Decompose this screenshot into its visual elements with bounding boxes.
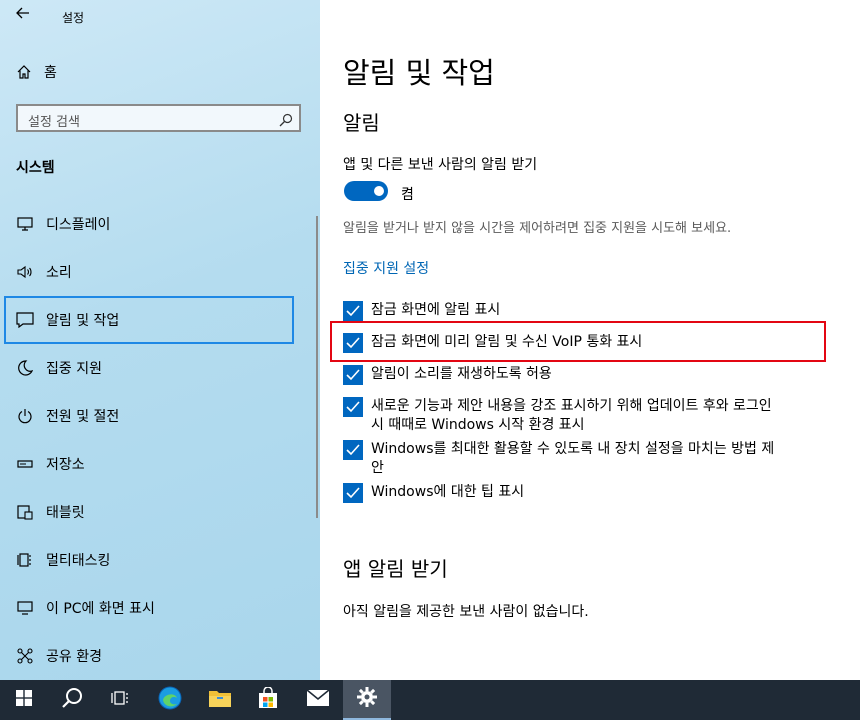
window-title: 설정: [62, 11, 85, 25]
sidebar-item-focus-assist[interactable]: 집중 지원: [0, 344, 300, 392]
sidebar-item-label: 알림 및 작업: [46, 313, 120, 329]
moon-icon: [16, 359, 34, 377]
notifications-toggle[interactable]: [344, 181, 388, 201]
file-explorer-button[interactable]: [196, 680, 244, 720]
file-explorer-icon: [208, 688, 232, 712]
checkbox-checked-icon[interactable]: [343, 301, 363, 321]
toggle-state-label: 켬: [401, 187, 414, 203]
settings-icon: [356, 686, 378, 712]
sidebar-item-label: 저장소: [46, 457, 85, 473]
multitasking-icon: [16, 551, 34, 569]
start-button[interactable]: [0, 680, 48, 720]
edge-button[interactable]: [146, 680, 194, 720]
get-notifications-label: 앱 및 다른 보낸 사람의 알림 받기: [343, 157, 538, 173]
sidebar: 설정 홈 설정 검색 시스템 디스플레이 소리 알림 및 작업 집중 지원 전원…: [0, 0, 320, 680]
checkbox-label: Windows를 최대한 활용할 수 있도록 내 장치 설정을 마치는 방법 제…: [371, 441, 775, 476]
search-icon: [61, 687, 83, 713]
sidebar-item-label: 소리: [46, 265, 72, 281]
sidebar-item-sound[interactable]: 소리: [0, 248, 300, 296]
notification-icon: [16, 311, 34, 329]
store-icon: [257, 686, 279, 713]
checkbox-checked-icon[interactable]: [343, 440, 363, 460]
power-icon: [16, 407, 34, 425]
tablet-icon: [16, 503, 34, 521]
checkbox-windows-tips[interactable]: Windows에 대한 팁 표시: [343, 483, 783, 503]
task-view-icon: [111, 690, 129, 710]
speaker-icon: [16, 263, 34, 281]
edge-icon: [158, 686, 182, 714]
mail-button[interactable]: [294, 680, 342, 720]
checkbox-label: Windows에 대한 팁 표시: [371, 484, 525, 500]
sidebar-item-label: 디스플레이: [46, 217, 111, 233]
sidebar-item-label: 멀티태스킹: [46, 553, 111, 569]
focus-assist-description: 알림을 받거나 받지 않을 시간을 제어하려면 집중 지원을 시도해 보세요.: [343, 221, 732, 236]
sidebar-item-multitasking[interactable]: 멀티태스킹: [0, 536, 300, 584]
sidebar-item-label: 전원 및 절전: [46, 409, 120, 425]
sidebar-item-label: 공유 환경: [46, 649, 102, 665]
sidebar-item-label: 집중 지원: [46, 361, 102, 377]
store-button[interactable]: [244, 680, 292, 720]
sidebar-item-power[interactable]: 전원 및 절전: [0, 392, 300, 440]
checkbox-finish-setup-suggestions[interactable]: Windows를 최대한 활용할 수 있도록 내 장치 설정을 마치는 방법 제…: [343, 440, 783, 478]
taskbar-search-button[interactable]: [48, 680, 96, 720]
highlight-box: [330, 321, 826, 362]
start-icon: [16, 690, 32, 710]
category-title: 시스템: [16, 160, 55, 176]
sidebar-item-project[interactable]: 이 PC에 화면 표시: [0, 584, 300, 632]
share-icon: [16, 647, 34, 665]
monitor-icon: [16, 215, 34, 233]
no-senders-text: 아직 알림을 제공한 보낸 사람이 없습니다.: [343, 604, 589, 620]
taskbar: [0, 680, 860, 720]
settings-search-input[interactable]: 설정 검색: [16, 104, 301, 132]
focus-assist-settings-link[interactable]: 집중 지원 설정: [343, 258, 429, 278]
toggle-knob: [374, 186, 384, 196]
sidebar-item-tablet[interactable]: 태블릿: [0, 488, 300, 536]
project-icon: [16, 599, 34, 617]
storage-icon: [16, 455, 34, 473]
sidebar-item-display[interactable]: 디스플레이: [0, 200, 300, 248]
sidebar-item-storage[interactable]: 저장소: [0, 440, 300, 488]
page-title: 알림 및 작업: [343, 56, 495, 90]
sidebar-scrollbar[interactable]: [316, 216, 318, 518]
checkbox-label: 잠금 화면에 알림 표시: [371, 302, 501, 318]
sidebar-item-label: 태블릿: [46, 505, 85, 521]
settings-button[interactable]: [343, 680, 391, 720]
home-icon: [16, 64, 32, 80]
task-view-button[interactable]: [96, 680, 144, 720]
mail-icon: [306, 689, 330, 711]
home-label: 홈: [44, 65, 57, 81]
notifications-heading: 알림: [343, 111, 380, 135]
home-button[interactable]: 홈: [16, 62, 57, 82]
title-bar: 설정: [0, 0, 320, 32]
checkbox-checked-icon[interactable]: [343, 365, 363, 385]
search-placeholder: 설정 검색: [28, 115, 80, 130]
checkbox-notification-sounds[interactable]: 알림이 소리를 재생하도록 허용: [343, 365, 783, 385]
checkbox-welcome-experience[interactable]: 새로운 기능과 제안 내용을 강조 표시하기 위해 업데이트 후와 로그인 시 …: [343, 397, 783, 435]
checkbox-lock-screen-notifications[interactable]: 잠금 화면에 알림 표시: [343, 301, 783, 321]
app-notifications-heading: 앱 알림 받기: [343, 557, 448, 581]
checkbox-label: 알림이 소리를 재생하도록 허용: [371, 366, 552, 382]
sidebar-item-label: 이 PC에 화면 표시: [46, 601, 155, 617]
sidebar-item-notifications[interactable]: 알림 및 작업: [4, 296, 294, 344]
checkbox-label: 새로운 기능과 제안 내용을 강조 표시하기 위해 업데이트 후와 로그인 시 …: [371, 398, 772, 433]
back-arrow-icon[interactable]: [16, 6, 30, 24]
sidebar-item-shared[interactable]: 공유 환경: [0, 632, 300, 680]
checkbox-checked-icon[interactable]: [343, 397, 363, 417]
search-icon[interactable]: [279, 112, 293, 131]
checkbox-checked-icon[interactable]: [343, 483, 363, 503]
